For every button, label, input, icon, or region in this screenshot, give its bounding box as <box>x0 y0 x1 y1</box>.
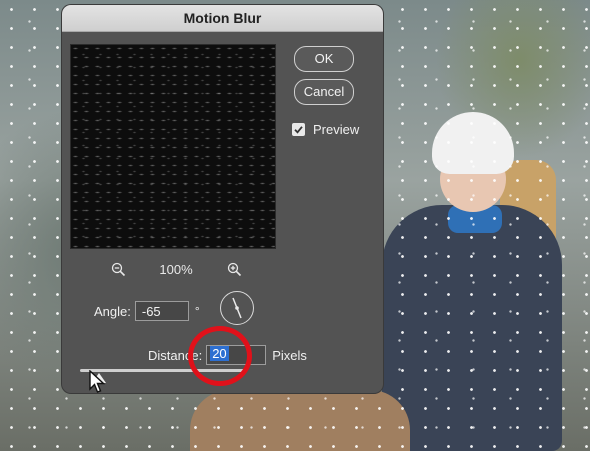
angle-row: Angle: ° <box>94 301 200 321</box>
ok-button[interactable]: OK <box>294 46 354 72</box>
dialog-title: Motion Blur <box>62 5 383 32</box>
zoom-out-icon[interactable] <box>110 261 126 277</box>
filter-preview[interactable] <box>70 44 276 249</box>
cancel-button[interactable]: Cancel <box>294 79 354 105</box>
distance-unit: Pixels <box>272 347 307 363</box>
zoom-controls: 100% <box>110 259 242 279</box>
preview-checkbox[interactable] <box>292 123 305 136</box>
check-icon <box>294 126 303 134</box>
angle-label: Angle: <box>94 303 131 319</box>
mouse-pointer-icon <box>89 370 106 393</box>
highlight-circle <box>188 326 252 386</box>
zoom-in-icon[interactable] <box>226 261 242 277</box>
preview-toggle[interactable]: Preview <box>292 122 359 137</box>
angle-unit: ° <box>194 304 200 318</box>
angle-dial-icon[interactable] <box>220 291 254 325</box>
preview-label: Preview <box>313 122 360 137</box>
zoom-level: 100% <box>159 261 193 277</box>
angle-input[interactable] <box>134 301 189 321</box>
